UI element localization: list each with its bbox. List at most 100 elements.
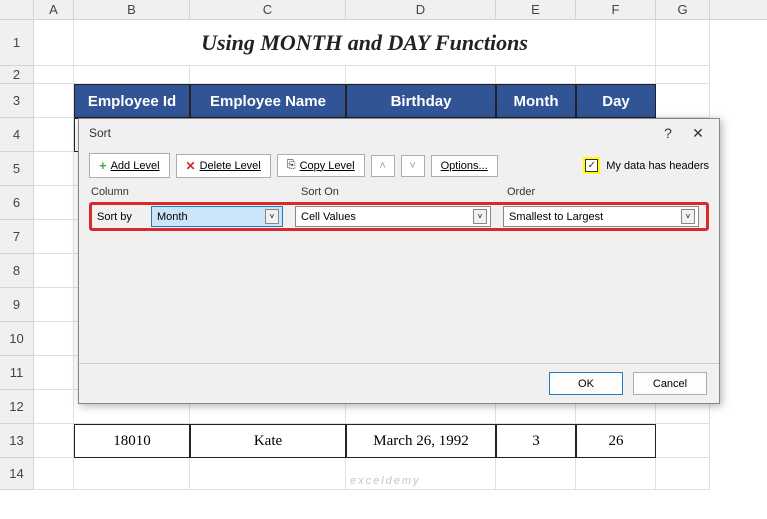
cell[interactable] [496, 458, 576, 490]
dialog-titlebar[interactable]: Sort ? ✕ [79, 119, 719, 147]
cell[interactable] [34, 322, 74, 356]
move-down-button[interactable]: ˅ [401, 155, 425, 177]
cell[interactable] [34, 288, 74, 322]
sort-by-dropdown[interactable]: Month ˅ [151, 206, 283, 227]
row-header-11[interactable]: 11 [0, 356, 34, 390]
column-headers: A B C D E F G [0, 0, 767, 20]
row-header-7[interactable]: 7 [0, 220, 34, 254]
sort-on-value: Cell Values [301, 211, 469, 223]
header-emp-id[interactable]: Employee Id [74, 84, 190, 118]
copy-icon: ⎘ [287, 159, 296, 172]
cell[interactable] [576, 458, 656, 490]
cell[interactable] [656, 66, 710, 84]
header-birthday[interactable]: Birthday [346, 84, 496, 118]
copy-level-label: Copy Level [300, 160, 355, 172]
cell[interactable] [74, 66, 190, 84]
row-header-9[interactable]: 9 [0, 288, 34, 322]
sort-by-label: Sort by [93, 211, 151, 223]
cell-day[interactable]: 26 [576, 424, 656, 458]
col-header-d[interactable]: D [346, 0, 496, 19]
cell-month[interactable]: 3 [496, 424, 576, 458]
select-all-corner[interactable] [0, 0, 34, 19]
header-month[interactable]: Month [496, 84, 576, 118]
chevron-up-icon: ˄ [379, 160, 385, 172]
copy-level-button[interactable]: ⎘ Copy Level [277, 154, 365, 177]
row-header-1[interactable]: 1 [0, 20, 34, 66]
cell[interactable] [190, 458, 346, 490]
cell-birthday[interactable]: March 26, 1992 [346, 424, 496, 458]
row-header-8[interactable]: 8 [0, 254, 34, 288]
cell[interactable] [656, 84, 710, 118]
dialog-footer: OK Cancel [79, 363, 719, 403]
plus-icon: + [99, 158, 107, 173]
sort-criteria-row: Sort by Month ˅ Cell Values ˅ Smallest t… [89, 202, 709, 231]
cell[interactable] [34, 152, 74, 186]
row-header-3[interactable]: 3 [0, 84, 34, 118]
cell[interactable] [34, 424, 74, 458]
delete-level-button[interactable]: ✕Delete Level [176, 154, 271, 178]
chevron-down-icon: ˅ [681, 209, 695, 224]
column-header-label: Column [91, 186, 301, 198]
watermark: exceldemy [350, 475, 421, 487]
row-headers: 1 2 3 4 5 6 7 8 9 10 11 12 13 14 [0, 20, 34, 490]
chevron-down-icon: ˅ [409, 160, 415, 172]
sort-column-headers: Column Sort On Order [79, 184, 719, 202]
cancel-button[interactable]: Cancel [633, 372, 707, 395]
ok-button[interactable]: OK [549, 372, 623, 395]
cell[interactable] [34, 458, 74, 490]
row-header-5[interactable]: 5 [0, 152, 34, 186]
row-header-14[interactable]: 14 [0, 458, 34, 490]
chevron-down-icon: ˅ [473, 209, 487, 224]
dialog-title: Sort [89, 126, 111, 140]
col-header-e[interactable]: E [496, 0, 576, 19]
sort-on-dropdown[interactable]: Cell Values ˅ [295, 206, 491, 227]
cell[interactable] [34, 66, 74, 84]
cell[interactable] [34, 356, 74, 390]
dialog-toolbar: + Add Level ✕Delete Level ⎘ Copy Level ˄ ˅… [79, 147, 719, 184]
cell[interactable] [576, 66, 656, 84]
cell[interactable] [656, 458, 710, 490]
cell-emp-name[interactable]: Kate [190, 424, 346, 458]
header-emp-name[interactable]: Employee Name [190, 84, 346, 118]
move-up-button[interactable]: ˄ [371, 155, 395, 177]
row-header-4[interactable]: 4 [0, 118, 34, 152]
add-level-label: Add Level [111, 160, 160, 172]
cell[interactable] [34, 220, 74, 254]
sort-dialog: Sort ? ✕ +Add Level ✕Delete Level ⎘Copy … [78, 118, 720, 404]
row-header-12[interactable]: 12 [0, 390, 34, 424]
cell[interactable] [74, 458, 190, 490]
col-header-f[interactable]: F [576, 0, 656, 19]
cell[interactable] [190, 66, 346, 84]
header-day[interactable]: Day [576, 84, 656, 118]
title-cell[interactable]: Using MONTH and DAY Functions [74, 20, 656, 66]
cell-emp-id[interactable]: 18010 [74, 424, 190, 458]
help-button[interactable]: ? [653, 122, 683, 144]
cell[interactable] [34, 118, 74, 152]
order-dropdown[interactable]: Smallest to Largest ˅ [503, 206, 699, 227]
close-button[interactable]: ✕ [683, 122, 713, 144]
options-label: Options... [441, 160, 488, 172]
delete-level-label: Delete Level [200, 160, 261, 172]
cell[interactable] [34, 254, 74, 288]
headers-checkbox-wrap[interactable]: ✓ My data has headers [583, 157, 709, 174]
row-header-10[interactable]: 10 [0, 322, 34, 356]
col-header-b[interactable]: B [74, 0, 190, 19]
cell[interactable] [496, 66, 576, 84]
col-header-a[interactable]: A [34, 0, 74, 19]
options-button[interactable]: Options... [431, 155, 498, 177]
row-header-2[interactable]: 2 [0, 66, 34, 84]
col-header-g[interactable]: G [656, 0, 710, 19]
cell[interactable] [656, 20, 710, 66]
cell[interactable] [656, 424, 710, 458]
cell[interactable] [34, 186, 74, 220]
row-header-13[interactable]: 13 [0, 424, 34, 458]
cell[interactable] [346, 66, 496, 84]
row-header-6[interactable]: 6 [0, 186, 34, 220]
cell[interactable] [34, 390, 74, 424]
col-header-c[interactable]: C [190, 0, 346, 19]
sorton-header-label: Sort On [301, 186, 507, 198]
order-value: Smallest to Largest [509, 211, 677, 223]
cell[interactable] [34, 20, 74, 66]
cell[interactable] [34, 84, 74, 118]
add-level-button[interactable]: + Add Level [89, 153, 170, 178]
